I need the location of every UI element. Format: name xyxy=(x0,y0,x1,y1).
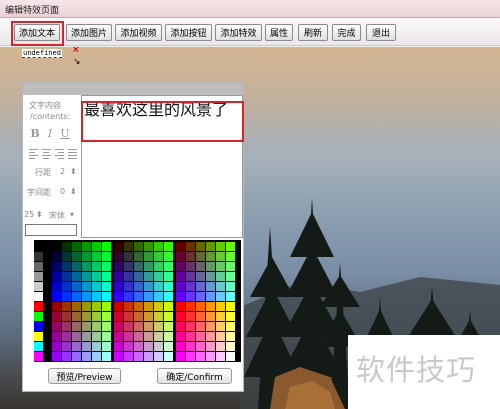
window-title: 编辑特效页面 xyxy=(5,6,60,16)
add-video-button[interactable]: 添加视频 xyxy=(115,24,162,41)
add-button-button[interactable]: 添加按钮 xyxy=(165,24,212,41)
chevron-up-down-icon[interactable]: ⬍ xyxy=(36,210,43,219)
letter-spacing-value[interactable]: 0 xyxy=(60,187,65,196)
exit-button[interactable]: 退出 xyxy=(366,24,396,41)
color-palette[interactable] xyxy=(34,240,241,362)
editor-header[interactable] xyxy=(23,83,243,95)
italic-icon[interactable]: I xyxy=(44,128,56,140)
add-image-button[interactable]: 添加图片 xyxy=(66,24,112,41)
chevron-down-icon[interactable]: ▾ xyxy=(70,210,74,219)
font-size-value[interactable]: 25 xyxy=(24,210,34,219)
refresh-button[interactable]: 刷新 xyxy=(298,24,328,41)
contents-label-en: /contents: xyxy=(30,112,71,121)
letter-spacing-label: 字间距 xyxy=(27,188,51,197)
align-right-icon[interactable] xyxy=(55,147,66,159)
underline-icon[interactable]: U xyxy=(59,128,71,140)
bold-icon[interactable]: B xyxy=(29,128,41,140)
color-swatch-grid[interactable] xyxy=(34,240,241,362)
chevron-up-down-icon[interactable]: ⬍ xyxy=(70,167,77,176)
add-effect-button[interactable]: 添加特效 xyxy=(215,24,262,41)
preview-button[interactable]: 预览/Preview xyxy=(48,368,121,384)
color-value-field[interactable] xyxy=(25,224,77,236)
close-icon[interactable]: × xyxy=(72,45,80,55)
watermark-text: 软件技巧 xyxy=(356,353,477,387)
finish-button[interactable]: 完成 xyxy=(332,24,361,41)
toolbar: 添加文本 添加图片 添加视频 添加按钮 添加特效 属性 刷新 完成 退出 xyxy=(0,18,500,46)
chevron-up-down-icon[interactable]: ⬍ xyxy=(70,187,77,196)
align-center-icon[interactable] xyxy=(42,147,53,159)
element-tag[interactable]: undefined xyxy=(22,49,62,58)
font-family-value[interactable]: 宋体 xyxy=(49,210,65,221)
align-justify-icon[interactable] xyxy=(68,147,79,159)
confirm-button[interactable]: 确定/Confirm xyxy=(157,368,232,384)
text-content: 最喜欢这里的风景了 xyxy=(84,100,229,119)
line-spacing-label: 行距 xyxy=(35,168,51,177)
watermark: 软件技巧 xyxy=(348,335,500,409)
window-titlebar: 编辑特效页面 xyxy=(0,0,500,18)
align-left-icon[interactable] xyxy=(29,147,40,159)
line-spacing-value[interactable]: 2 xyxy=(60,167,65,176)
properties-button[interactable]: 属性 xyxy=(265,24,293,41)
add-text-button[interactable]: 添加文本 xyxy=(14,24,60,41)
contents-label: 文字内容 xyxy=(29,101,61,110)
resize-arrow-icon[interactable]: ↘ xyxy=(73,57,81,67)
